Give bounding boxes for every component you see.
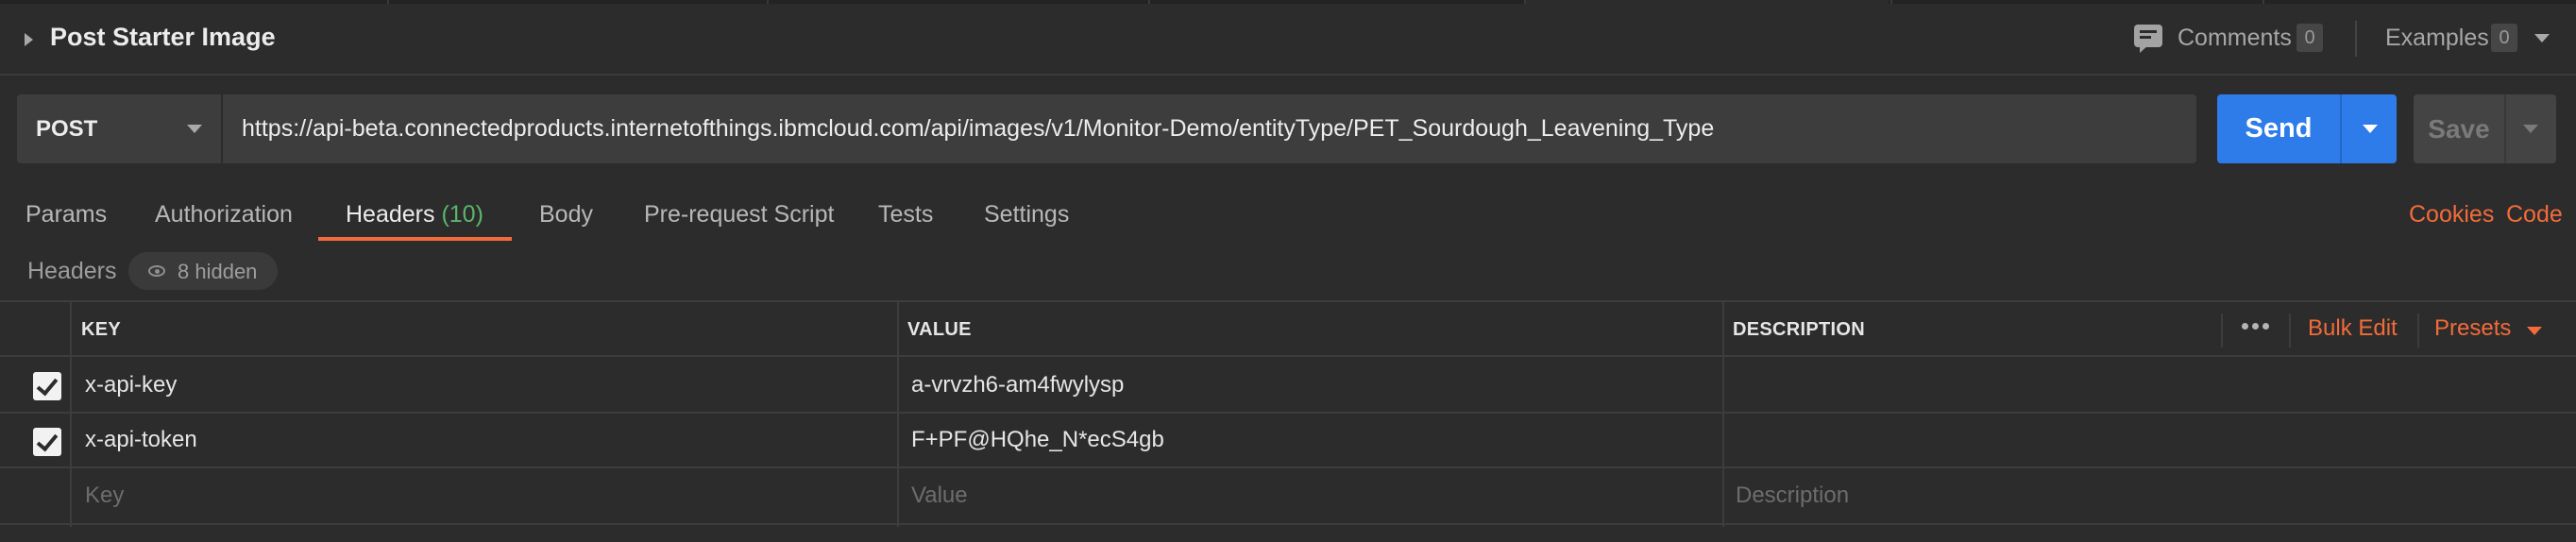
headers-table: KEY VALUE DESCRIPTION Bulk Edit Presets … [0, 300, 2576, 527]
divider [2340, 94, 2342, 163]
active-tab-indicator [318, 237, 512, 241]
new-description-input[interactable]: Description [1736, 483, 1849, 509]
url-input[interactable]: https://api-beta.connectedproducts.inter… [223, 94, 2196, 163]
row-divider [0, 412, 2576, 414]
tab-headers[interactable]: Headers (10) [346, 201, 483, 229]
tab-body[interactable]: Body [539, 201, 593, 229]
examples-label[interactable]: Examples [2385, 25, 2489, 52]
hidden-headers-count: 8 hidden [178, 260, 258, 283]
row-enabled-checkbox[interactable] [33, 372, 61, 400]
row-divider [0, 355, 2576, 357]
row-divider [0, 523, 2576, 525]
presets-dropdown-icon[interactable] [2527, 327, 2542, 335]
save-button-group: Save [2414, 94, 2556, 163]
tab-params[interactable]: Params [25, 201, 107, 229]
row-enabled-checkbox[interactable] [33, 428, 61, 456]
presets-button[interactable]: Presets [2434, 315, 2511, 342]
column-header-description: DESCRIPTION [1733, 319, 1865, 340]
send-options-dropdown-icon[interactable] [2363, 125, 2378, 133]
send-button[interactable]: Send [2217, 94, 2340, 163]
divider [2355, 21, 2357, 57]
new-value-input[interactable]: Value [911, 483, 968, 509]
hidden-headers-toggle[interactable]: 8 hidden [128, 252, 278, 290]
method-select[interactable]: POST [17, 94, 221, 163]
column-divider [70, 302, 72, 527]
tab-headers-count: (10) [441, 201, 483, 228]
divider [2417, 313, 2419, 347]
method-value: POST [36, 116, 98, 142]
examples-dropdown-icon[interactable] [2534, 34, 2550, 42]
send-button-group: Send [2217, 94, 2397, 163]
headers-section-label: Headers [27, 258, 117, 284]
request-title[interactable]: Post Starter Image [50, 23, 276, 52]
save-options-dropdown-icon[interactable] [2523, 125, 2538, 133]
examples-count-badge: 0 [2491, 24, 2517, 52]
column-divider [1722, 302, 1724, 527]
eye-icon [148, 265, 165, 277]
tab-headers-label: Headers [346, 201, 435, 228]
comments-label[interactable]: Comments [2178, 25, 2292, 52]
row-divider [0, 466, 2576, 468]
divider [2289, 313, 2291, 347]
header-value[interactable]: F+PF@HQhe_N*ecS4gb [911, 427, 1164, 453]
comments-count-badge: 0 [2296, 24, 2323, 52]
request-title-bar: Post Starter Image Comments 0 Examples 0 [0, 4, 2576, 76]
cookies-link[interactable]: Cookies [2409, 201, 2494, 229]
tab-settings[interactable]: Settings [984, 201, 1069, 229]
new-key-input[interactable]: Key [85, 483, 124, 509]
header-key[interactable]: x-api-token [85, 427, 197, 453]
column-header-key: KEY [81, 319, 122, 340]
save-button[interactable]: Save [2414, 94, 2504, 163]
header-key[interactable]: x-api-key [85, 372, 177, 398]
tab-pre-request-script[interactable]: Pre-request Script [644, 201, 834, 229]
expand-caret-icon[interactable] [25, 33, 33, 46]
divider [2504, 94, 2506, 163]
url-value: https://api-beta.connectedproducts.inter… [242, 115, 1715, 142]
bulk-edit-button[interactable]: Bulk Edit [2308, 315, 2398, 342]
comment-icon[interactable] [2134, 25, 2162, 53]
column-divider [897, 302, 899, 527]
column-header-value: VALUE [907, 319, 972, 340]
divider [2221, 313, 2223, 347]
header-value[interactable]: a-vrvzh6-am4fwylysp [911, 372, 1124, 398]
tab-tests[interactable]: Tests [878, 201, 933, 229]
method-dropdown-icon [187, 125, 202, 133]
code-link[interactable]: Code [2506, 201, 2563, 229]
tab-authorization[interactable]: Authorization [155, 201, 293, 229]
